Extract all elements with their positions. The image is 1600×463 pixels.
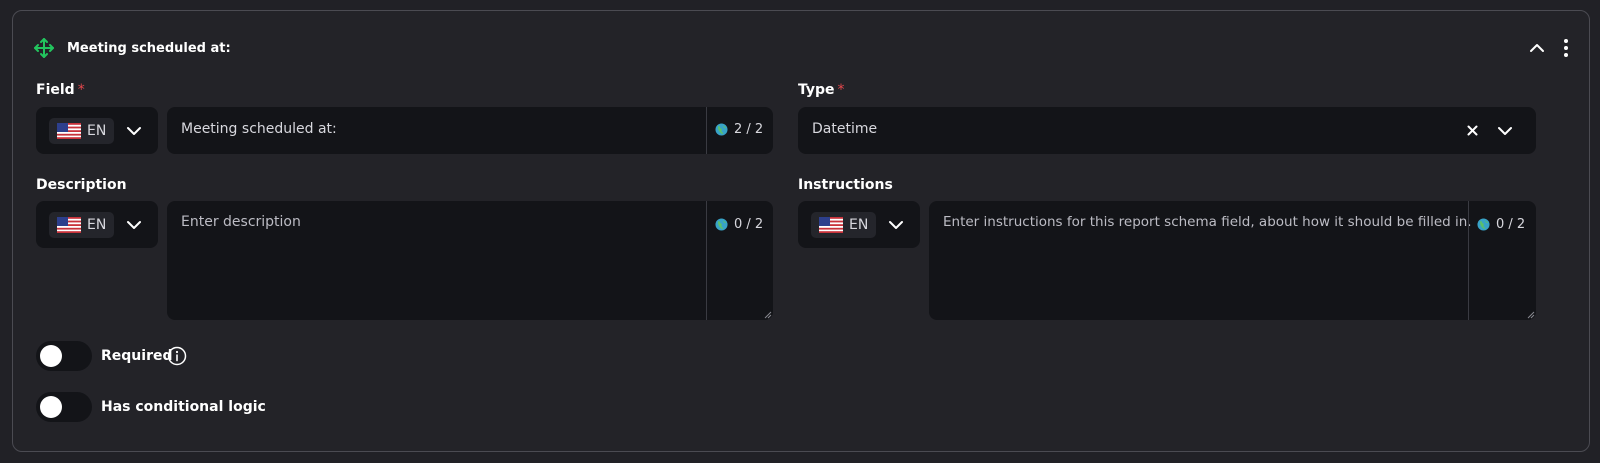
type-label: Type * — [798, 82, 845, 98]
resize-handle-icon[interactable] — [764, 311, 772, 319]
instructions-language-select[interactable]: EN — [798, 201, 920, 248]
instructions-label: Instructions — [798, 177, 893, 193]
input-divider — [706, 201, 707, 320]
schema-field-card: Meeting scheduled at: Field * EN Meeting… — [12, 10, 1590, 452]
us-flag-icon — [819, 216, 843, 233]
description-label: Description — [36, 177, 127, 193]
description-language-select[interactable]: EN — [36, 201, 158, 248]
us-flag-icon — [57, 122, 81, 139]
card-header: Meeting scheduled at: — [33, 35, 1569, 61]
chevron-up-icon[interactable] — [1529, 40, 1545, 56]
conditional-logic-toggle[interactable] — [36, 392, 92, 422]
language-code: EN — [87, 216, 107, 233]
chevron-down-icon — [888, 217, 904, 233]
globe-icon — [1477, 218, 1490, 231]
language-chip: EN — [49, 211, 115, 238]
field-language-select[interactable]: EN — [36, 107, 158, 154]
language-chip: EN — [811, 211, 877, 238]
field-label: Field * — [36, 82, 85, 98]
field-name-input[interactable]: Meeting scheduled at: 2 / 2 — [167, 107, 773, 154]
chevron-down-icon — [126, 123, 142, 139]
language-code: EN — [87, 122, 107, 139]
input-divider — [706, 107, 707, 154]
required-asterisk: * — [77, 82, 85, 98]
required-asterisk: * — [837, 82, 845, 98]
globe-icon — [715, 218, 728, 231]
info-icon[interactable] — [167, 346, 187, 366]
card-title: Meeting scheduled at: — [67, 40, 231, 56]
required-toggle[interactable] — [36, 341, 92, 371]
translation-counter: 2 / 2 — [715, 122, 763, 137]
move-icon[interactable] — [33, 37, 55, 59]
us-flag-icon — [57, 216, 81, 233]
counter-text: 2 / 2 — [734, 122, 764, 137]
instructions-textarea[interactable]: Enter instructions for this report schem… — [929, 201, 1536, 320]
globe-icon — [715, 123, 728, 136]
required-toggle-label: Required — [101, 348, 173, 364]
type-label-text: Type — [798, 82, 835, 98]
toggle-knob — [40, 345, 62, 367]
conditional-logic-toggle-label: Has conditional logic — [101, 399, 266, 415]
description-textarea[interactable]: Enter description 0 / 2 — [167, 201, 773, 320]
description-placeholder: Enter description — [181, 214, 301, 230]
counter-text: 0 / 2 — [734, 217, 764, 232]
chevron-down-icon[interactable] — [1497, 123, 1513, 139]
type-select[interactable]: Datetime — [798, 107, 1536, 154]
field-name-value: Meeting scheduled at: — [181, 121, 337, 137]
type-value: Datetime — [812, 121, 878, 137]
language-code: EN — [849, 216, 869, 233]
close-icon[interactable] — [1467, 125, 1478, 136]
translation-counter: 0 / 2 — [715, 217, 763, 232]
input-divider — [1468, 201, 1469, 320]
resize-handle-icon[interactable] — [1527, 311, 1535, 319]
instructions-placeholder: Enter instructions for this report schem… — [943, 214, 1472, 230]
translation-counter: 0 / 2 — [1477, 217, 1525, 232]
language-chip: EN — [49, 117, 115, 144]
field-label-text: Field — [36, 82, 75, 98]
counter-text: 0 / 2 — [1496, 217, 1526, 232]
more-vertical-icon[interactable] — [1563, 38, 1569, 58]
toggle-knob — [40, 396, 62, 418]
chevron-down-icon — [126, 217, 142, 233]
